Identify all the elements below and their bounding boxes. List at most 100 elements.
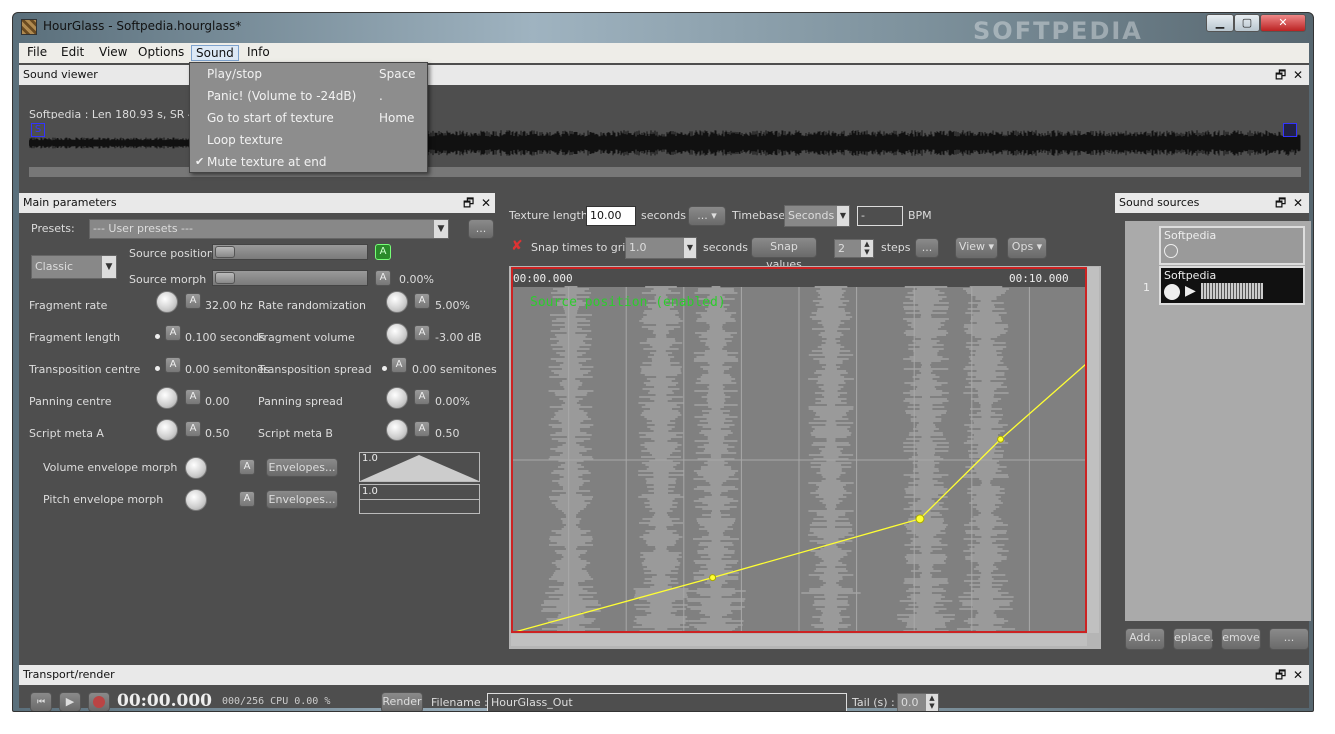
menu-view[interactable]: View xyxy=(95,45,131,59)
undock-icon[interactable]: 🗗 xyxy=(1275,193,1286,213)
volume-envelope-knob[interactable] xyxy=(185,457,207,479)
timebase-label: Timebase xyxy=(732,209,786,222)
param-automation-button[interactable]: A xyxy=(185,389,201,405)
curve-point[interactable] xyxy=(997,435,1005,443)
param-label: Script meta B xyxy=(258,427,333,440)
param-automation-button[interactable]: A xyxy=(391,357,407,373)
curve-point[interactable] xyxy=(709,574,717,582)
menu-sound[interactable]: Sound xyxy=(191,45,239,61)
param-automation-button[interactable]: A xyxy=(414,389,430,405)
volume-envelopes-button[interactable]: Envelopes... xyxy=(266,458,338,477)
param-automation-button[interactable]: A xyxy=(414,421,430,437)
param-automation-button[interactable]: A xyxy=(165,325,181,341)
param-knob[interactable] xyxy=(155,334,160,339)
menu-edit[interactable]: Edit xyxy=(57,45,88,59)
curve-label: Source position (enabled) xyxy=(530,295,726,310)
param-label: Rate randomization xyxy=(258,299,367,312)
param-knob[interactable] xyxy=(155,366,160,371)
knob-icon[interactable] xyxy=(1164,284,1180,300)
param-value: 0.100 seconds xyxy=(185,331,265,344)
record-button[interactable] xyxy=(88,692,110,711)
param-knob[interactable] xyxy=(156,387,178,409)
param-value: 0.50 xyxy=(435,427,460,440)
texture-length-input[interactable]: 10.00 xyxy=(586,206,636,226)
play-icon[interactable]: ▶ xyxy=(1185,283,1196,299)
menu-info[interactable]: Info xyxy=(243,45,274,59)
panel-close-icon[interactable]: ✕ xyxy=(1293,65,1303,85)
param-knob[interactable] xyxy=(386,387,408,409)
texture-length-label: Texture length xyxy=(509,209,588,222)
bpm-input[interactable]: - xyxy=(857,206,903,226)
snap-dropdown[interactable]: 1.0 ▼ xyxy=(625,237,697,259)
steps-label: steps xyxy=(881,241,911,254)
rewind-button[interactable]: ⏮ xyxy=(30,692,52,711)
tail-spinner[interactable]: 0.0 ▲ ▼ xyxy=(897,693,939,711)
view-button[interactable]: View ▾ xyxy=(955,237,998,259)
spinner-arrows-icon[interactable]: ▲ ▼ xyxy=(861,240,873,257)
filename-input[interactable]: HourGlass_Out xyxy=(487,693,847,711)
ops-button[interactable]: Ops ▾ xyxy=(1007,237,1047,259)
snap-values-button[interactable]: Snap values xyxy=(751,237,817,271)
undock-icon[interactable]: 🗗 xyxy=(1275,65,1286,85)
curve-point[interactable] xyxy=(915,514,925,524)
vertical-scrollbar[interactable] xyxy=(1087,267,1099,633)
steps-spinner[interactable]: 2 ▲ ▼ xyxy=(834,239,874,258)
param-automation-button[interactable]: A xyxy=(414,293,430,309)
pitch-envelope-automation-button[interactable]: A xyxy=(239,491,255,507)
panel-close-icon[interactable]: ✕ xyxy=(1293,193,1303,213)
close-button[interactable]: ✕ xyxy=(1260,14,1306,32)
transport-time: 00:00.000 xyxy=(117,691,212,711)
minimize-button[interactable]: ▁ xyxy=(1206,14,1234,32)
menu-item-mute-at-end[interactable]: ✔ Mute texture at end xyxy=(190,151,427,173)
automation-graph[interactable] xyxy=(511,267,1087,633)
snap-checkbox[interactable]: ✘ xyxy=(511,239,525,253)
steps-more-button[interactable]: ... xyxy=(915,238,939,258)
param-label: Transposition centre xyxy=(29,363,141,376)
render-button[interactable]: Render xyxy=(381,692,423,711)
time-end: 00:10.000 xyxy=(1009,272,1069,285)
source-more-button[interactable]: ... xyxy=(1269,628,1309,650)
play-knob-icon[interactable] xyxy=(1164,244,1178,258)
menu-file[interactable]: File xyxy=(23,45,51,59)
param-value: 0.50 xyxy=(205,427,230,440)
param-label: Script meta A xyxy=(29,427,104,440)
param-knob[interactable] xyxy=(382,366,387,371)
volume-envelope-automation-button[interactable]: A xyxy=(239,459,255,475)
maximize-button[interactable]: ▢ xyxy=(1234,14,1260,32)
volume-envelope-morph-label: Volume envelope morph xyxy=(43,461,178,474)
param-knob[interactable] xyxy=(386,419,408,441)
param-knob[interactable] xyxy=(156,419,178,441)
timebase-dropdown[interactable]: Seconds ▼ xyxy=(784,205,850,227)
menu-item-loop-texture[interactable]: Loop texture xyxy=(190,129,427,151)
menu-item-panic[interactable]: Panic! (Volume to -24dB). xyxy=(190,85,427,107)
end-marker[interactable] xyxy=(1283,123,1297,137)
param-knob[interactable] xyxy=(156,291,178,313)
replace-source-button[interactable]: eplace. xyxy=(1173,628,1214,650)
panel-close-icon[interactable]: ✕ xyxy=(1293,665,1303,685)
source-item-index: 1 xyxy=(1143,281,1150,294)
remove-source-button[interactable]: emove xyxy=(1221,628,1261,650)
length-options-button[interactable]: ... ▾ xyxy=(688,206,726,226)
menu-item-play-stop[interactable]: Play/stop Space xyxy=(190,63,427,85)
steps-value: 2 xyxy=(838,242,845,255)
timeline-scrollbar[interactable] xyxy=(511,634,1087,646)
transport-title: Transport/render xyxy=(23,668,115,681)
param-knob[interactable] xyxy=(386,291,408,313)
param-knob[interactable] xyxy=(386,323,408,345)
spinner-arrows-icon[interactable]: ▲ ▼ xyxy=(926,694,938,711)
source-item-selected[interactable]: Softpedia ▶ xyxy=(1159,266,1305,305)
param-automation-button[interactable]: A xyxy=(165,357,181,373)
source-item-name: Softpedia xyxy=(1164,269,1217,282)
undock-icon[interactable]: 🗗 xyxy=(1275,665,1286,685)
menu-item-go-to-start[interactable]: Go to start of texture Home xyxy=(190,107,427,129)
param-automation-button[interactable]: A xyxy=(414,325,430,341)
add-source-button[interactable]: Add... xyxy=(1125,628,1165,650)
param-automation-button[interactable]: A xyxy=(185,293,201,309)
pitch-envelope-knob[interactable] xyxy=(185,489,207,511)
menu-options[interactable]: Options xyxy=(134,45,188,59)
snap-label: Snap times to grid xyxy=(531,241,633,254)
pitch-envelopes-button[interactable]: Envelopes... xyxy=(266,490,338,509)
param-automation-button[interactable]: A xyxy=(185,421,201,437)
play-button[interactable]: ▶ xyxy=(59,692,81,711)
source-item[interactable]: Softpedia xyxy=(1159,226,1305,265)
